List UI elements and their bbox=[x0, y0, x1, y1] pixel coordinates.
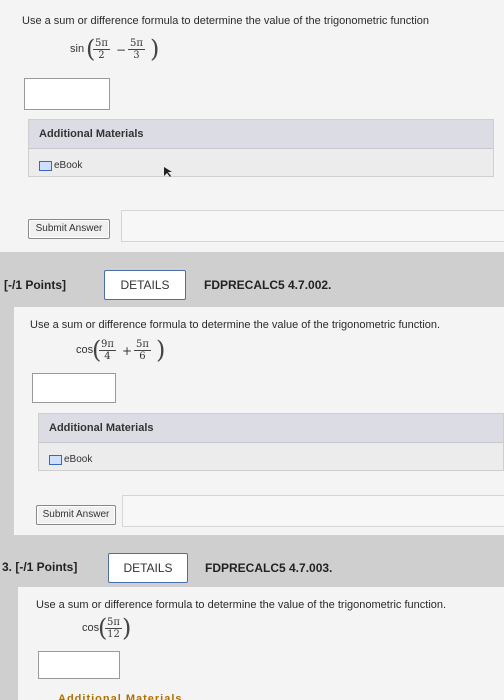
function-name: cos bbox=[76, 344, 94, 356]
points-label: [-/1 Points] bbox=[4, 278, 66, 292]
operator: − bbox=[116, 43, 127, 57]
answer-input[interactable] bbox=[32, 373, 116, 403]
materials-header-cutoff: Additional Materials bbox=[58, 693, 183, 700]
fraction: 5π 6 bbox=[134, 339, 151, 362]
details-button[interactable]: DETAILS bbox=[104, 270, 186, 300]
book-icon bbox=[49, 454, 62, 465]
feedback-area bbox=[122, 495, 504, 527]
question-3-panel: Use a sum or difference formula to deter… bbox=[18, 587, 504, 700]
math-expression: cos ( 9π 4 + 5π 6 ) bbox=[76, 337, 176, 367]
question-2-panel: Use a sum or difference formula to deter… bbox=[14, 307, 504, 535]
details-button[interactable]: DETAILS bbox=[108, 553, 188, 583]
points-label: 3. [-/1 Points] bbox=[2, 560, 78, 574]
function-name: cos bbox=[82, 622, 100, 634]
problem-id: FDPRECALC5 4.7.003. bbox=[205, 561, 333, 575]
right-paren: ) bbox=[156, 336, 166, 364]
right-paren: ) bbox=[150, 35, 160, 63]
materials-header: Additional Materials bbox=[39, 414, 503, 443]
feedback-area bbox=[121, 210, 504, 242]
question-1-panel: Use a sum or difference formula to deter… bbox=[0, 0, 504, 252]
materials-header: Additional Materials bbox=[29, 120, 493, 149]
ebook-link[interactable]: eBook bbox=[39, 160, 82, 171]
additional-materials-panel: Additional Materials eBook bbox=[28, 119, 494, 177]
fraction: 5π 12 bbox=[105, 617, 122, 640]
book-icon bbox=[39, 160, 52, 171]
ebook-link[interactable]: eBook bbox=[49, 454, 92, 465]
mouse-cursor-icon bbox=[164, 167, 172, 177]
fraction: 9π 4 bbox=[99, 339, 116, 362]
submit-answer-button[interactable]: Submit Answer bbox=[36, 505, 116, 525]
function-name: sin bbox=[70, 43, 85, 55]
additional-materials-panel: Additional Materials eBook bbox=[38, 413, 504, 471]
question-prompt: Use a sum or difference formula to deter… bbox=[36, 599, 447, 611]
question-prompt: Use a sum or difference formula to deter… bbox=[30, 319, 441, 331]
math-expression: sin ( 5π 2 − 5π 3 ) bbox=[70, 36, 170, 66]
answer-input[interactable] bbox=[24, 78, 110, 110]
problem-id: FDPRECALC5 4.7.002. bbox=[204, 278, 332, 292]
submit-answer-button[interactable]: Submit Answer bbox=[28, 219, 110, 239]
question-prompt: Use a sum or difference formula to deter… bbox=[22, 15, 430, 27]
fraction: 5π 2 bbox=[93, 38, 110, 61]
operator: + bbox=[122, 344, 133, 358]
answer-input[interactable] bbox=[38, 651, 120, 679]
math-expression: cos ( 5π 12 ) bbox=[82, 615, 152, 645]
fraction: 5π 3 bbox=[128, 38, 145, 61]
right-paren: ) bbox=[122, 614, 132, 642]
